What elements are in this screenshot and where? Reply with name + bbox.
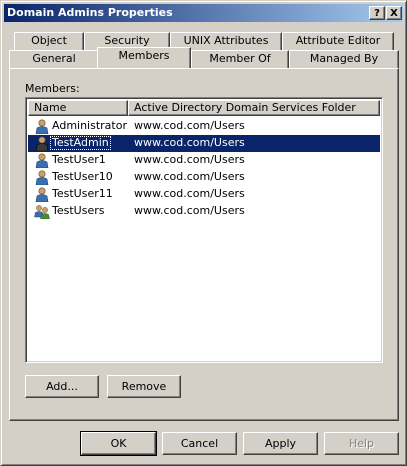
- close-title-button[interactable]: X: [386, 6, 402, 20]
- user-icon: [34, 136, 50, 152]
- member-name: Administrator: [52, 119, 127, 132]
- tab-attribute-editor[interactable]: Attribute Editor: [282, 32, 394, 50]
- user-icon: [34, 119, 50, 135]
- user-icon: [34, 153, 50, 169]
- user-icon: [34, 187, 50, 203]
- column-header-folder[interactable]: Active Directory Domain Services Folder: [128, 100, 380, 116]
- member-folder: www.cod.com/Users: [134, 119, 245, 132]
- help-title-button[interactable]: ?: [369, 6, 385, 20]
- list-item[interactable]: Administrator www.cod.com/Users: [28, 118, 380, 135]
- member-folder: www.cod.com/Users: [134, 170, 245, 183]
- list-item[interactable]: TestUser11 www.cod.com/Users: [28, 186, 380, 203]
- properties-dialog: Domain Admins Properties ? X Object Secu…: [0, 0, 407, 466]
- member-name: TestUser1: [52, 153, 106, 166]
- members-label: Members:: [25, 82, 80, 95]
- cancel-button[interactable]: Cancel: [162, 432, 237, 455]
- member-folder: www.cod.com/Users: [134, 153, 245, 166]
- add-member-button[interactable]: Add...: [25, 375, 99, 398]
- member-folder: www.cod.com/Users: [134, 204, 245, 217]
- member-name: TestUser11: [52, 187, 113, 200]
- list-item[interactable]: TestUser1 www.cod.com/Users: [28, 152, 380, 169]
- members-list[interactable]: Name Active Directory Domain Services Fo…: [25, 97, 383, 363]
- list-item-selected[interactable]: TestAdmin www.cod.com/Users: [28, 135, 380, 152]
- remove-member-button[interactable]: Remove: [107, 375, 181, 398]
- member-folder: www.cod.com/Users: [134, 136, 245, 149]
- list-item[interactable]: TestUsers www.cod.com/Users: [28, 203, 380, 220]
- member-name: TestUser10: [52, 170, 113, 183]
- group-icon: [34, 204, 50, 220]
- window-title: Domain Admins Properties: [7, 6, 173, 19]
- list-item[interactable]: TestUser10 www.cod.com/Users: [28, 169, 380, 186]
- help-button[interactable]: Help: [324, 432, 399, 455]
- list-header: Name Active Directory Domain Services Fo…: [28, 100, 380, 116]
- tab-members[interactable]: Members: [97, 47, 191, 68]
- column-header-name[interactable]: Name: [28, 100, 128, 116]
- tab-managed-by[interactable]: Managed By: [289, 50, 399, 68]
- tab-member-of[interactable]: Member Of: [191, 50, 289, 68]
- tab-object[interactable]: Object: [14, 32, 84, 50]
- member-name: TestUsers: [52, 204, 105, 217]
- tab-general[interactable]: General: [9, 50, 99, 68]
- member-folder: www.cod.com/Users: [134, 187, 245, 200]
- apply-button[interactable]: Apply: [243, 432, 318, 455]
- user-icon: [34, 170, 50, 186]
- ok-button[interactable]: OK: [80, 431, 157, 456]
- member-name: TestAdmin: [50, 136, 111, 150]
- title-bar[interactable]: Domain Admins Properties ? X: [4, 4, 403, 22]
